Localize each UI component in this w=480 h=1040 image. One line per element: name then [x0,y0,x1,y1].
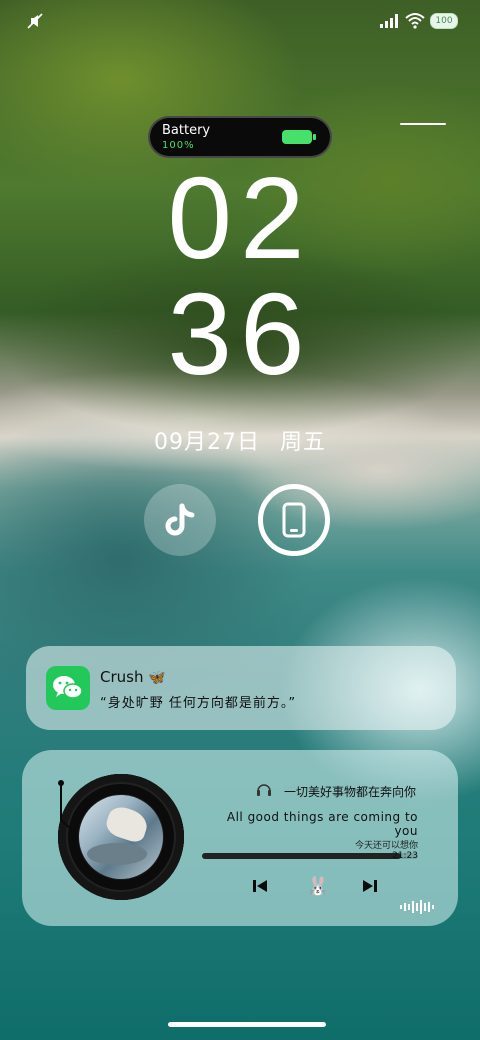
progress-fill [202,853,401,859]
wechat-icon [46,666,90,710]
battery-level: 100 [435,16,453,26]
tiktok-shortcut[interactable] [144,484,216,556]
mute-icon [27,13,43,29]
bunny-icon[interactable]: 🐰 [306,874,330,898]
headphone-icon [257,784,271,796]
butterfly-icon: 🦋 [148,670,166,686]
battery-widget-percent: 100% [162,140,195,151]
tiktok-icon [165,503,195,536]
battery-widget-label: Battery [162,123,211,138]
battery-icon: 100 [430,13,458,29]
home-indicator[interactable] [168,1022,326,1027]
date-weekday: 周五 [279,430,326,455]
battery-fill-icon [282,130,316,144]
notification-title: Crush 🦋 [100,668,166,686]
song-time: 21:23 [392,851,418,861]
notification-sender: Crush [100,668,144,686]
phone-icon [282,502,306,538]
wechat-notification[interactable]: Crush 🦋 “身处旷野 任何方向都是前方。” [26,646,456,730]
signal-icon [380,14,398,28]
clock-hour: 02 [167,153,313,283]
status-bar: 100 [0,8,480,34]
battery-widget[interactable]: Battery 100% [148,116,332,158]
next-lyric: 今天还可以想你 [354,841,418,851]
album-art [79,795,163,879]
previous-track-button[interactable] [252,878,268,894]
tonearm-icon [58,780,74,832]
notification-message: “身处旷野 任何方向都是前方。” [100,696,297,711]
decorative-dash [400,123,446,125]
clock-minute: 36 [167,269,313,399]
date-line: 09月27日 周五 [0,424,480,456]
song-title: 一切美好事物都在奔向你 [284,785,417,799]
date-day: 09月27日 [153,430,260,455]
song-lyric: All good things are coming to you [226,810,418,838]
waveform-icon [400,900,434,914]
next-track-button[interactable] [362,878,378,894]
music-widget[interactable]: 一切美好事物都在奔向你 All good things are coming t… [22,750,458,926]
phone-shortcut[interactable] [258,484,330,556]
wifi-icon [405,13,425,29]
